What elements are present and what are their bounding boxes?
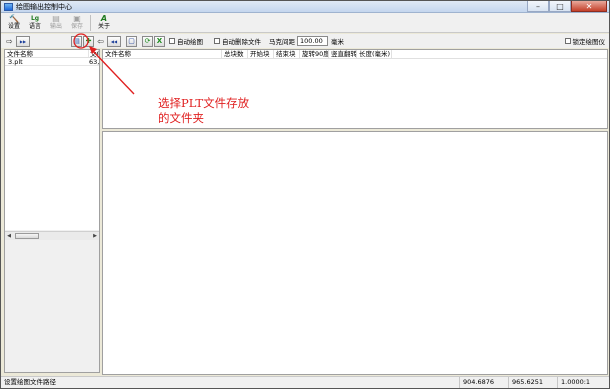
add-file-button[interactable]: ✚ bbox=[83, 35, 94, 47]
save-icon: ▣ bbox=[73, 14, 81, 23]
status-bar: 设置绘图文件路径 904.6876 965.6251 1.0000:1 bbox=[1, 376, 609, 388]
save-label: 保存 bbox=[70, 23, 83, 30]
list-header: 文件名称 文件 bbox=[5, 50, 99, 58]
window-title: 绘图输出控制中心 bbox=[16, 2, 72, 11]
move-all-right-button[interactable]: ▶▶ bbox=[16, 35, 30, 47]
about-button[interactable]: A 关于 bbox=[94, 13, 114, 33]
arrow-left-icon[interactable]: ⇦ bbox=[95, 36, 106, 47]
column-header-filename[interactable]: 文件名称 bbox=[5, 50, 89, 58]
title-bar: 绘图输出控制中心 – □ ✕ bbox=[1, 1, 609, 13]
refresh-button[interactable]: ⟳ bbox=[142, 35, 153, 47]
status-y-coordinate: 965.6251 bbox=[509, 377, 558, 388]
column-header-total-blocks[interactable]: 总块数 bbox=[222, 50, 248, 58]
about-icon: A bbox=[100, 14, 108, 23]
auto-delete-label: 自动删除文件 bbox=[222, 38, 261, 46]
language-icon: Lg bbox=[30, 15, 40, 22]
annotation-callout: 选择PLT文件存放 的文件夹 bbox=[158, 96, 258, 126]
margin-label: 马克间距 bbox=[269, 38, 295, 46]
column-header-end-block[interactable]: 结束块 bbox=[274, 50, 300, 58]
lock-plotter-label: 锁定绘图仪 bbox=[572, 38, 606, 46]
secondary-toolbar: ⇨ ▶▶ ▤ ✚ ⇦ ◀◀ ▢ ⟳ X 自动绘图 自动删除文件 马克间距 毫米 … bbox=[1, 34, 609, 48]
file-size: 63,0 bbox=[89, 58, 99, 65]
column-header-rotate[interactable]: 旋转90度 bbox=[300, 50, 329, 58]
checkbox-box bbox=[214, 38, 220, 44]
main-window: 绘图输出控制中心 – □ ✕ 🔨 设置 Lg 语言 ▤ 输出 ▣ 保存 A 关于 bbox=[0, 0, 610, 389]
checkbox-box bbox=[564, 38, 571, 44]
status-hint: 设置绘图文件路径 bbox=[1, 377, 460, 388]
scroll-right-icon[interactable]: ▶ bbox=[91, 232, 99, 240]
minimize-button[interactable]: – bbox=[527, 1, 549, 12]
toolbar-separator bbox=[90, 15, 91, 31]
annotation-line-1: 选择PLT文件存放 bbox=[158, 96, 250, 110]
source-file-panel: 文件名称 文件 3.plt 63,0 ◀ ▶ bbox=[4, 49, 100, 373]
maximize-button[interactable]: □ bbox=[549, 1, 571, 12]
preview-pane bbox=[102, 131, 608, 375]
output-label: 输出 bbox=[49, 23, 62, 30]
column-header-filename[interactable]: 文件名称 bbox=[103, 50, 222, 58]
auto-plot-label: 自动绘图 bbox=[177, 38, 203, 46]
margin-input[interactable] bbox=[297, 36, 328, 46]
output-icon: ▤ bbox=[52, 14, 60, 23]
scroll-left-icon[interactable]: ◀ bbox=[5, 232, 13, 240]
window-controls: – □ ✕ bbox=[527, 1, 607, 13]
source-file-list[interactable]: 文件名称 文件 3.plt 63,0 bbox=[5, 50, 99, 230]
auto-delete-checkbox[interactable]: 自动删除文件 bbox=[214, 36, 261, 46]
language-button[interactable]: Lg 语言 bbox=[25, 13, 45, 33]
status-x-coordinate: 904.6876 bbox=[460, 377, 509, 388]
excel-button[interactable]: X bbox=[154, 35, 165, 47]
output-button[interactable]: ▤ 输出 bbox=[46, 13, 66, 33]
horizontal-scrollbar[interactable]: ◀ ▶ bbox=[5, 231, 99, 240]
annotation-line-2: 的文件夹 bbox=[158, 111, 204, 125]
save-button[interactable]: ▣ 保存 bbox=[67, 13, 87, 33]
checkbox-box bbox=[169, 38, 175, 44]
app-icon bbox=[4, 2, 13, 11]
column-header-vertical-flip[interactable]: 竖直翻转 bbox=[329, 50, 357, 58]
settings-button[interactable]: 🔨 设置 bbox=[4, 13, 24, 33]
scroll-thumb[interactable] bbox=[15, 233, 39, 239]
list-header: 文件名称 总块数 开始块 结束块 旋转90度 竖直翻转 长度(毫米) bbox=[103, 50, 607, 59]
arrow-right-icon[interactable]: ⇨ bbox=[4, 36, 15, 47]
language-label: 语言 bbox=[28, 23, 41, 30]
status-scale: 1.0000:1 bbox=[561, 378, 591, 386]
column-header-length[interactable]: 长度(毫米) bbox=[357, 50, 392, 58]
column-header-size[interactable]: 文件 bbox=[89, 50, 99, 57]
select-folder-button[interactable]: ▤ bbox=[71, 35, 82, 47]
close-button[interactable]: ✕ bbox=[571, 1, 607, 12]
main-toolbar: 🔨 设置 Lg 语言 ▤ 输出 ▣ 保存 A 关于 bbox=[1, 13, 609, 33]
settings-label: 设置 bbox=[7, 23, 20, 30]
about-label: 关于 bbox=[97, 23, 110, 30]
hammer-icon: 🔨 bbox=[9, 14, 19, 23]
move-all-left-button[interactable]: ◀◀ bbox=[107, 35, 121, 47]
file-name: 3.plt bbox=[8, 58, 23, 66]
document-button[interactable]: ▢ bbox=[126, 35, 137, 47]
list-item[interactable]: 3.plt 63,0 bbox=[5, 58, 99, 66]
auto-plot-checkbox[interactable]: 自动绘图 bbox=[169, 36, 203, 46]
lock-plotter-checkbox[interactable]: 锁定绘图仪 bbox=[564, 36, 606, 46]
column-header-start-block[interactable]: 开始块 bbox=[248, 50, 274, 58]
margin-unit: 毫米 bbox=[331, 38, 344, 46]
